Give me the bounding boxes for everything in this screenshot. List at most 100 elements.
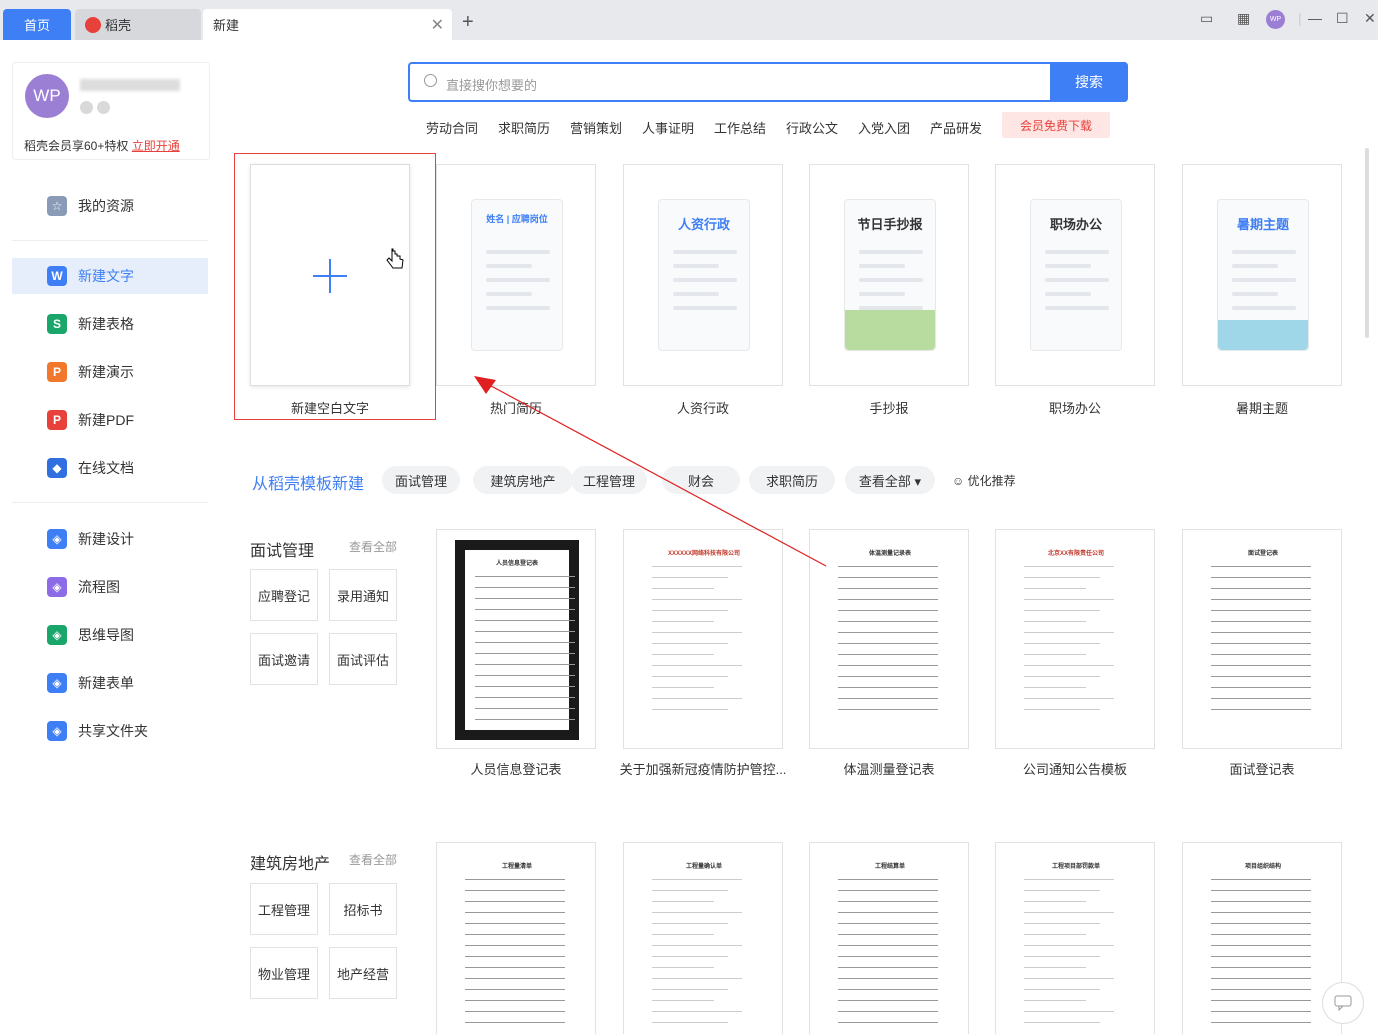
window-close-icon[interactable]: ✕ xyxy=(1364,10,1376,27)
template-preview-title: 暑期主题 xyxy=(1236,217,1289,232)
blank-doc-label: 新建空白文字 xyxy=(290,401,369,416)
separator: | xyxy=(1298,10,1302,26)
preview-line xyxy=(1211,566,1311,567)
sidebar-item-1[interactable]: S 新建表格 xyxy=(12,306,208,342)
feedback-chat-icon[interactable] xyxy=(1322,982,1364,1024)
document-template-card[interactable]: 工程结算单 xyxy=(809,842,969,1034)
view-all-link[interactable]: 查看全部 xyxy=(349,851,397,868)
preview-line xyxy=(652,676,728,677)
preview-line xyxy=(1211,901,1311,902)
preview-line xyxy=(652,1022,728,1023)
tool-icon: ◈ xyxy=(47,529,67,549)
hot-link[interactable]: 入党入团 xyxy=(858,118,910,137)
close-icon[interactable]: ✕ xyxy=(431,15,444,35)
document-template-label: 体温测量登记表 xyxy=(843,762,935,777)
tag-button[interactable]: 地产经营 xyxy=(329,947,397,999)
tab-daoke[interactable]: 稻壳 xyxy=(75,9,201,40)
preview-line xyxy=(1211,1000,1311,1001)
daoke-template-title: 从稻壳模板新建 xyxy=(252,476,365,493)
sidebar-item-2[interactable]: P 新建演示 xyxy=(12,354,208,390)
preview-line xyxy=(838,967,938,968)
document-template-card[interactable]: 面试登记表 xyxy=(1182,529,1342,749)
preview-line xyxy=(673,250,737,254)
preview-line xyxy=(838,989,938,990)
preview-line xyxy=(838,665,938,666)
preview-line xyxy=(1211,665,1311,666)
template-card[interactable]: 姓名 | 应聘岗位 xyxy=(436,164,596,386)
scrollbar[interactable] xyxy=(1365,148,1369,338)
tag-button[interactable]: 录用通知 xyxy=(329,569,397,621)
document-template-card[interactable]: 北京XX有限责任公司 xyxy=(995,529,1155,749)
template-card[interactable]: 节日手抄报 xyxy=(809,164,969,386)
sidebar-item-tool-3[interactable]: ◈ 新建表单 xyxy=(12,665,208,701)
tag-button[interactable]: 应聘登记 xyxy=(250,569,318,621)
add-tab-icon[interactable]: + xyxy=(462,12,474,32)
vip-open-link[interactable]: 立即开通 xyxy=(132,139,180,153)
preview-line xyxy=(1211,643,1311,644)
document-template-card[interactable]: 体温测量记录表 xyxy=(809,529,969,749)
sidebar-item-3[interactable]: P 新建PDF xyxy=(12,402,208,438)
badge-icon xyxy=(80,101,93,114)
hot-link[interactable]: 产品研发 xyxy=(930,118,982,137)
template-preview: 人资行政 xyxy=(658,199,750,351)
document-template-card[interactable]: 工程量确认单 xyxy=(623,842,783,1034)
document-template-card[interactable]: 工程项目部罚款单 xyxy=(995,842,1155,1034)
maximize-icon[interactable]: ☐ xyxy=(1336,10,1349,27)
view-all-link[interactable]: 查看全部 xyxy=(349,538,397,555)
search-button[interactable]: 搜索 xyxy=(1050,62,1128,102)
sidebar-item-tool-0[interactable]: ◈ 新建设计 xyxy=(12,521,208,557)
apps-grid-icon[interactable]: ▦ xyxy=(1237,10,1250,27)
preview-line xyxy=(838,879,938,880)
preview-line xyxy=(673,264,719,268)
sidebar-item-0[interactable]: W 新建文字 xyxy=(12,258,208,294)
blank-doc-card[interactable] xyxy=(250,164,410,386)
recommend-toggle[interactable]: ☺ 优化推荐 xyxy=(952,472,1016,489)
preview-line xyxy=(652,1011,742,1012)
tag-button[interactable]: 面试邀请 xyxy=(250,633,318,685)
template-card[interactable]: 暑期主题 xyxy=(1182,164,1342,386)
sidebar-item-tool-4[interactable]: ◈ 共享文件夹 xyxy=(12,713,208,749)
document-preview-title: 面试登记表 xyxy=(1247,551,1278,557)
sidebar-item-4[interactable]: ◆ 在线文档 xyxy=(12,450,208,486)
tag-button[interactable]: 招标书 xyxy=(329,883,397,935)
vip-download-button[interactable]: 会员免费下载 xyxy=(1002,112,1110,138)
preview-line xyxy=(1024,698,1114,699)
preview-line xyxy=(1211,621,1311,622)
preview-line xyxy=(1024,967,1086,968)
hot-link[interactable]: 行政公文 xyxy=(786,118,838,137)
sidebar-item-tool-1[interactable]: ◈ 流程图 xyxy=(12,569,208,605)
hot-link[interactable]: 工作总结 xyxy=(714,118,766,137)
tag-button[interactable]: 工程管理 xyxy=(250,883,318,935)
search-input[interactable]: 直接搜你想要的 xyxy=(446,75,537,94)
account-avatar[interactable]: WP xyxy=(1266,10,1285,29)
tab-home[interactable]: 首页 xyxy=(3,9,71,40)
preview-line xyxy=(1211,577,1311,578)
badge-icon xyxy=(97,101,110,114)
user-badges xyxy=(80,101,110,114)
document-template-card[interactable]: 项目组织结构 xyxy=(1182,842,1342,1034)
tag-button[interactable]: 物业管理 xyxy=(250,947,318,999)
hot-link[interactable]: 劳动合同 xyxy=(426,118,478,137)
category-chip[interactable]: 查看全部 ▾ xyxy=(845,466,935,494)
preview-line xyxy=(1211,934,1311,935)
tag-button[interactable]: 面试评估 xyxy=(329,633,397,685)
preview-line xyxy=(838,599,938,600)
tab-new[interactable]: 新建 ✕ xyxy=(203,9,452,40)
preview-line xyxy=(652,923,728,924)
category-chip[interactable]: 面试管理 xyxy=(382,466,460,494)
layout-icon[interactable]: ▭ xyxy=(1200,10,1213,27)
hot-link[interactable]: 人事证明 xyxy=(642,118,694,137)
sidebar-item-resources[interactable]: ☆ 我的资源 xyxy=(12,188,208,224)
document-preview: 工程项目部罚款单 xyxy=(1014,853,1138,1034)
preview-line xyxy=(1024,1022,1100,1023)
hot-link[interactable]: 求职简历 xyxy=(498,118,550,137)
hot-link[interactable]: 营销策划 xyxy=(570,118,622,137)
template-card[interactable]: 职场办公 xyxy=(995,164,1155,386)
section-title: 建筑房地产 xyxy=(250,856,331,873)
preview-line xyxy=(652,879,742,880)
template-card[interactable]: 人资行政 xyxy=(623,164,783,386)
sidebar-item-tool-2[interactable]: ◈ 思维导图 xyxy=(12,617,208,653)
minimize-icon[interactable]: — xyxy=(1308,10,1322,26)
document-template-card[interactable]: 工程量清单 xyxy=(436,842,596,1034)
avatar[interactable]: WP xyxy=(25,74,69,118)
